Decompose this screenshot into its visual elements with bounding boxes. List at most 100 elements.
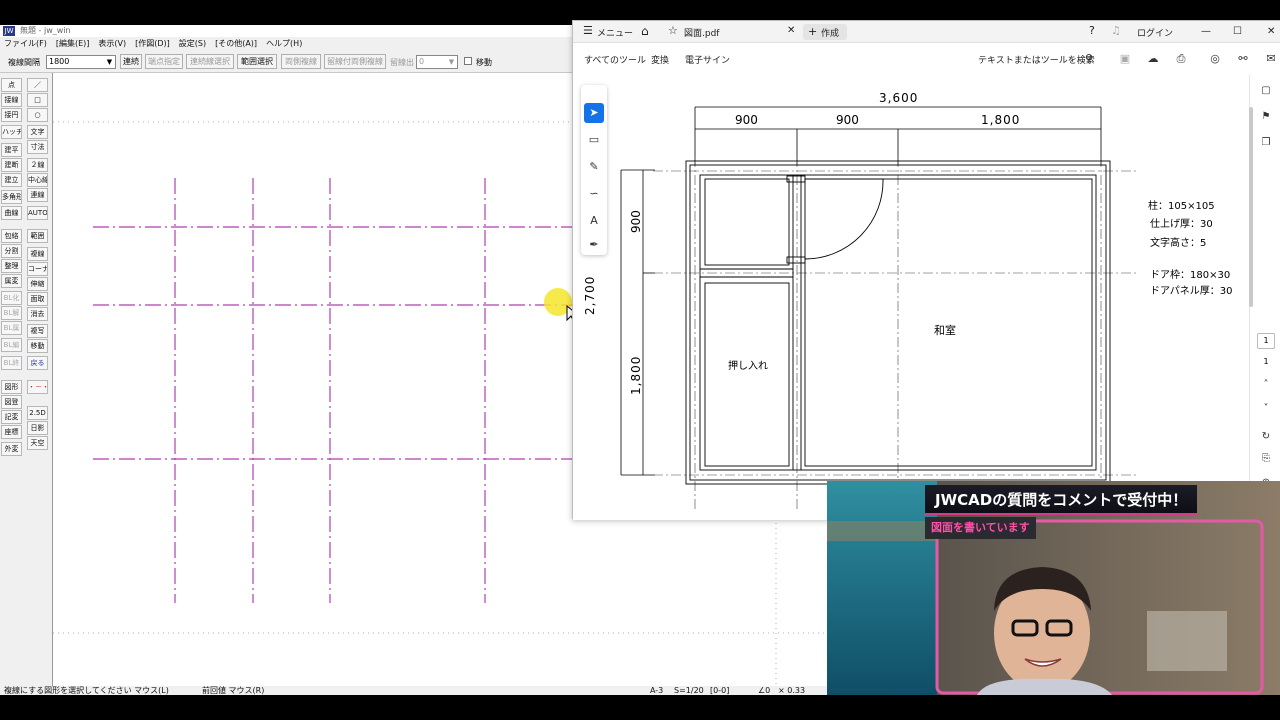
menu-draw[interactable]: [作図(D)]	[135, 37, 170, 50]
tool-block-explode[interactable]: BL解	[1, 306, 22, 320]
menu-edit[interactable]: [編集(E)]	[56, 37, 90, 50]
hamburger-menu-icon[interactable]: ☰	[583, 24, 593, 37]
tool-polygon[interactable]: 多角形	[1, 190, 22, 204]
bell-icon[interactable]: ♫	[1111, 24, 1121, 37]
tool-range[interactable]: 範囲	[27, 229, 48, 243]
tool-block-attribute[interactable]: BL属	[1, 321, 22, 335]
tool-auto[interactable]: AUTO	[27, 206, 48, 220]
share-icon[interactable]: ◎	[1207, 51, 1223, 67]
tool-figure[interactable]: 図形	[1, 380, 22, 394]
text-box-icon[interactable]: A	[584, 211, 604, 231]
tool-point[interactable]: 点	[1, 78, 22, 92]
page-tools-icon[interactable]: ⎘	[1256, 451, 1276, 467]
page-number-input[interactable]: 1	[1257, 333, 1275, 349]
tool-building-section[interactable]: 建断	[1, 158, 22, 172]
pdf-scrollbar[interactable]	[1249, 107, 1253, 307]
status-paper-size[interactable]: A-3	[650, 686, 663, 695]
double-offset-button[interactable]: 両側複線	[281, 54, 321, 69]
tool-tangent-line[interactable]: 接線	[1, 93, 22, 107]
close-tab-icon[interactable]: ✕	[787, 25, 795, 36]
tool-line[interactable]: ／	[27, 78, 48, 92]
tool-shadow[interactable]: 日影	[27, 421, 48, 435]
tool-envelope[interactable]: 包絡	[1, 229, 22, 243]
esign-tab[interactable]: 電子サイン	[685, 53, 730, 66]
pdf-menu-label[interactable]: メニュー	[597, 26, 633, 39]
comment-panel-icon[interactable]: ▢	[1256, 83, 1276, 99]
capped-double-offset-button[interactable]: 留線付両側複線	[324, 54, 386, 69]
tool-erase[interactable]: 消去	[27, 307, 48, 321]
chevron-up-icon[interactable]: ˄	[1256, 377, 1276, 393]
close-window-icon[interactable]: ✕	[1267, 26, 1275, 37]
star-icon[interactable]: ☆	[668, 24, 678, 37]
tool-copy[interactable]: 複写	[27, 324, 48, 338]
tool-sky[interactable]: 天空	[27, 436, 48, 450]
bookmark-icon[interactable]: ⚑	[1256, 109, 1276, 125]
chevron-down-icon[interactable]: ▼	[447, 57, 456, 67]
all-tools-tab[interactable]: すべてのツール	[584, 53, 646, 66]
menu-other[interactable]: [その他(A)]	[215, 37, 257, 50]
tool-curve[interactable]: 曲線	[1, 206, 22, 220]
tool-block-end[interactable]: BL終	[1, 356, 22, 370]
endpoint-button[interactable]: 端点指定	[145, 54, 183, 69]
tool-organize[interactable]: 整理	[1, 259, 22, 273]
help-icon[interactable]: ?	[1089, 24, 1095, 37]
create-button[interactable]: + 作成	[803, 24, 847, 40]
select-cursor-icon[interactable]: ➤	[584, 103, 604, 123]
move-checkbox[interactable]	[464, 57, 472, 65]
highlight-pen-icon[interactable]: ✎	[584, 157, 604, 177]
tool-hatch[interactable]: ハッチ	[1, 125, 22, 139]
cap-offset-combo[interactable]: 0 ▼	[416, 55, 458, 69]
pdf-tab-title[interactable]: 図面.pdf	[684, 26, 719, 39]
minimize-icon[interactable]: —	[1201, 26, 1211, 37]
range-select-button[interactable]: 範囲選択	[237, 54, 277, 69]
menu-view[interactable]: 表示(V)	[98, 37, 126, 50]
freehand-draw-icon[interactable]: ∽	[584, 184, 604, 204]
tool-chamfer[interactable]: 面取	[27, 292, 48, 306]
tool-rectangle[interactable]: □	[27, 93, 48, 107]
tool-extend[interactable]: 伸縮	[27, 277, 48, 291]
maximize-icon[interactable]: ☐	[1233, 26, 1242, 37]
tool-offset[interactable]: 複線	[27, 247, 48, 261]
search-icon[interactable]: ⚲	[1081, 51, 1097, 67]
sign-icon[interactable]: ✒	[584, 235, 604, 255]
tool-continuous-line[interactable]: 連線	[27, 188, 48, 202]
pdf-document-area[interactable]: 3,600 900 900 1,800 2,700 900 1,800 和室 押…	[573, 75, 1249, 520]
link-icon[interactable]: ⚯	[1235, 51, 1251, 67]
tool-attribute-change[interactable]: 属変	[1, 274, 22, 288]
tool-block-edit[interactable]: BL編	[1, 338, 22, 352]
tool-block-create[interactable]: BL化	[1, 291, 22, 305]
chevron-down-icon[interactable]: ˅	[1256, 401, 1276, 417]
chevron-down-icon[interactable]: ▼	[105, 57, 114, 67]
tool-line-type[interactable]: ・－・	[27, 380, 48, 394]
status-layer[interactable]: [0-0]	[710, 686, 729, 695]
login-button[interactable]: ログイン	[1137, 26, 1173, 39]
tool-undo[interactable]: 戻る	[27, 356, 48, 370]
offset-distance-combo[interactable]: 1800 ▼	[46, 55, 116, 69]
home-icon[interactable]: ⌂	[641, 24, 649, 38]
tool-divide[interactable]: 分割	[1, 244, 22, 258]
tool-center-line[interactable]: 中心線	[27, 173, 48, 187]
tool-text-change[interactable]: 記変	[1, 410, 22, 424]
menu-file[interactable]: ファイル(F)	[4, 37, 47, 50]
status-angle[interactable]: ∠0	[758, 686, 770, 695]
tool-building-elevation[interactable]: 建立	[1, 173, 22, 187]
convert-tab[interactable]: 変換	[651, 53, 669, 66]
tool-building-plan[interactable]: 建平	[1, 143, 22, 157]
tool-external-change[interactable]: 外変	[1, 442, 22, 456]
status-scale[interactable]: S=1/20	[674, 686, 704, 695]
tool-figure-register[interactable]: 図登	[1, 395, 22, 409]
continuous-button[interactable]: 連続	[120, 54, 142, 69]
upload-cloud-icon[interactable]: ☁	[1145, 51, 1161, 67]
search-placeholder[interactable]: テキストまたはツールを検索	[978, 53, 1095, 66]
tool-2-5d[interactable]: 2.5D	[27, 406, 48, 420]
tool-move[interactable]: 移動	[27, 339, 48, 353]
save-icon[interactable]: ▣	[1117, 51, 1133, 67]
status-zoom[interactable]: × 0.33	[778, 686, 805, 695]
tool-tangent-circle[interactable]: 接円	[1, 108, 22, 122]
refresh-icon[interactable]: ↻	[1256, 429, 1276, 445]
tool-text[interactable]: 文字	[27, 125, 48, 139]
menu-settings[interactable]: 設定(S)	[179, 37, 206, 50]
add-comment-icon[interactable]: ▭	[584, 130, 604, 150]
copy-pages-icon[interactable]: ❐	[1256, 135, 1276, 151]
print-icon[interactable]: ⎙	[1173, 51, 1189, 67]
